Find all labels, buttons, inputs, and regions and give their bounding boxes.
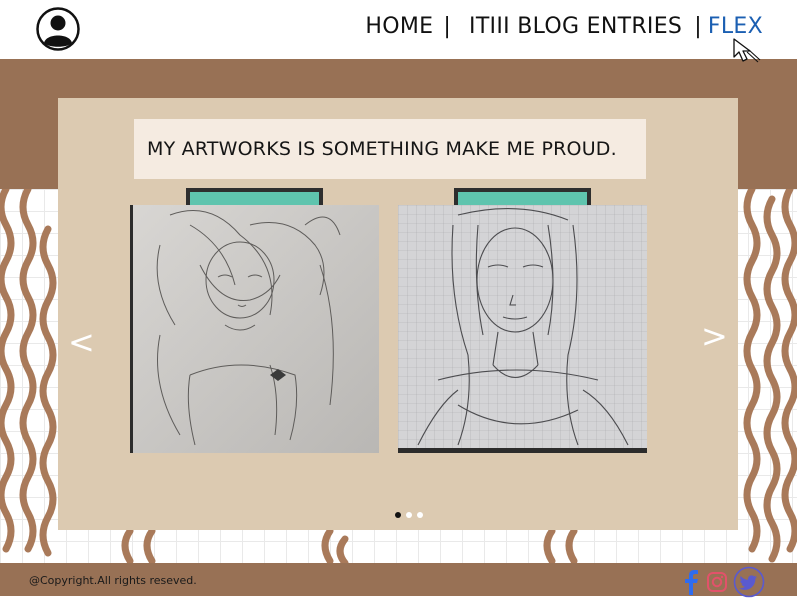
nav-home[interactable]: HOME <box>365 14 433 39</box>
slide-indicator <box>395 512 423 518</box>
main-nav: HOME | ITIII BLOG ENTRIES | FLEX <box>365 14 763 39</box>
nav-flex[interactable]: FLEX <box>708 14 763 39</box>
artwork-slide-1[interactable] <box>130 205 379 453</box>
gallery-heading: MY ARTWORKS IS SOMETHING MAKE ME PROUD. <box>134 119 646 179</box>
user-circle-icon[interactable] <box>36 7 80 51</box>
twitter-icon[interactable] <box>733 566 765 602</box>
social-links <box>681 566 765 602</box>
slide-dot[interactable] <box>417 512 423 518</box>
nav-separator: | <box>694 14 702 39</box>
slide-dot[interactable] <box>395 512 401 518</box>
mouse-pointer-icon <box>733 38 761 63</box>
site-header: HOME | ITIII BLOG ENTRIES | FLEX <box>0 0 797 59</box>
gallery-panel: MY ARTWORKS IS SOMETHING MAKE ME PROUD. <box>58 98 738 530</box>
instagram-icon[interactable] <box>706 571 728 597</box>
prev-slide-button[interactable]: < <box>68 326 95 358</box>
artwork-slide-2[interactable] <box>398 205 647 453</box>
site-footer: @Copyright.All rights reseved. <box>0 563 797 598</box>
copyright-text: @Copyright.All rights reseved. <box>29 574 197 587</box>
sketch-image <box>398 205 647 453</box>
next-slide-button[interactable]: > <box>701 320 728 352</box>
sketch-image <box>130 205 379 453</box>
facebook-icon[interactable] <box>681 569 701 599</box>
slide-dot[interactable] <box>406 512 412 518</box>
nav-blog-entries[interactable]: ITIII BLOG ENTRIES <box>469 14 682 39</box>
nav-separator: | <box>443 14 452 39</box>
